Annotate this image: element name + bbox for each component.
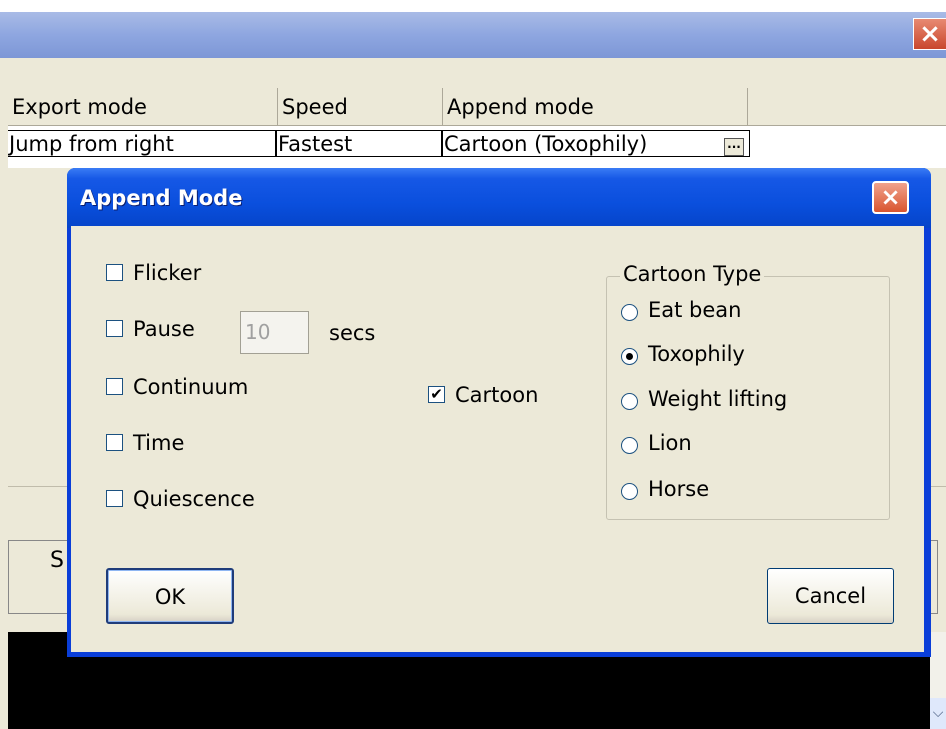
radio-eat-bean[interactable] (621, 304, 638, 321)
time-label: Time (133, 431, 185, 455)
background-button-label: S (50, 548, 64, 573)
radio-horse-label: Horse (648, 477, 710, 501)
radio-weight-lifting-label: Weight lifting (648, 387, 788, 411)
cell-speed[interactable]: Fastest (275, 130, 443, 157)
time-checkbox[interactable] (106, 434, 123, 451)
radio-horse[interactable] (621, 483, 638, 500)
cancel-button[interactable]: Cancel (767, 568, 894, 624)
column-header-export-mode[interactable]: Export mode (8, 88, 278, 126)
column-header-empty (748, 88, 946, 126)
column-header-speed[interactable]: Speed (278, 88, 443, 126)
radio-weight-lifting[interactable] (621, 393, 638, 410)
flicker-label: Flicker (133, 261, 202, 285)
continuum-checkbox[interactable] (106, 378, 123, 395)
radio-lion-label: Lion (648, 431, 692, 455)
cartoon-label: Cartoon (455, 383, 539, 407)
radio-eat-bean-label: Eat bean (648, 298, 742, 322)
continuum-label: Continuum (133, 375, 249, 399)
dialog-title: Append Mode (80, 186, 243, 210)
append-mode-browse-button[interactable]: ... (724, 138, 744, 156)
pause-unit-label: secs (329, 321, 376, 345)
pause-label: Pause (133, 317, 195, 341)
cell-append-mode[interactable]: Cartoon (Toxophily) (441, 130, 750, 157)
quiescence-label: Quiescence (133, 487, 255, 511)
append-mode-dialog: Append Mode × Flicker Pause 10 secs Cont… (67, 168, 931, 657)
column-header-append-mode[interactable]: Append mode (443, 88, 748, 126)
radio-selected-dot (626, 353, 633, 360)
radio-toxophily-label: Toxophily (648, 342, 745, 366)
flicker-checkbox[interactable] (106, 264, 123, 281)
dialog-close-button[interactable]: × (872, 181, 909, 214)
checkmark-icon: ✔ (430, 385, 443, 403)
dialog-titlebar: Append Mode × (67, 168, 931, 228)
cartoon-checkbox[interactable]: ✔ (428, 386, 445, 403)
background-close-button[interactable]: × (913, 18, 946, 50)
quiescence-checkbox[interactable] (106, 490, 123, 507)
pause-checkbox[interactable] (106, 320, 123, 337)
cell-export-mode[interactable]: Jump from right (8, 130, 278, 157)
radio-lion[interactable] (621, 437, 638, 454)
scroll-down-icon[interactable]: ⌵ (930, 698, 946, 729)
background-window-titlebar (0, 12, 946, 58)
dialog-body: Flicker Pause 10 secs Continuum Time Qui… (71, 226, 924, 652)
radio-toxophily[interactable] (621, 348, 638, 365)
pause-seconds-input[interactable]: 10 (240, 311, 309, 354)
ok-button[interactable]: OK (106, 568, 234, 624)
cartoon-type-legend: Cartoon Type (620, 260, 765, 288)
